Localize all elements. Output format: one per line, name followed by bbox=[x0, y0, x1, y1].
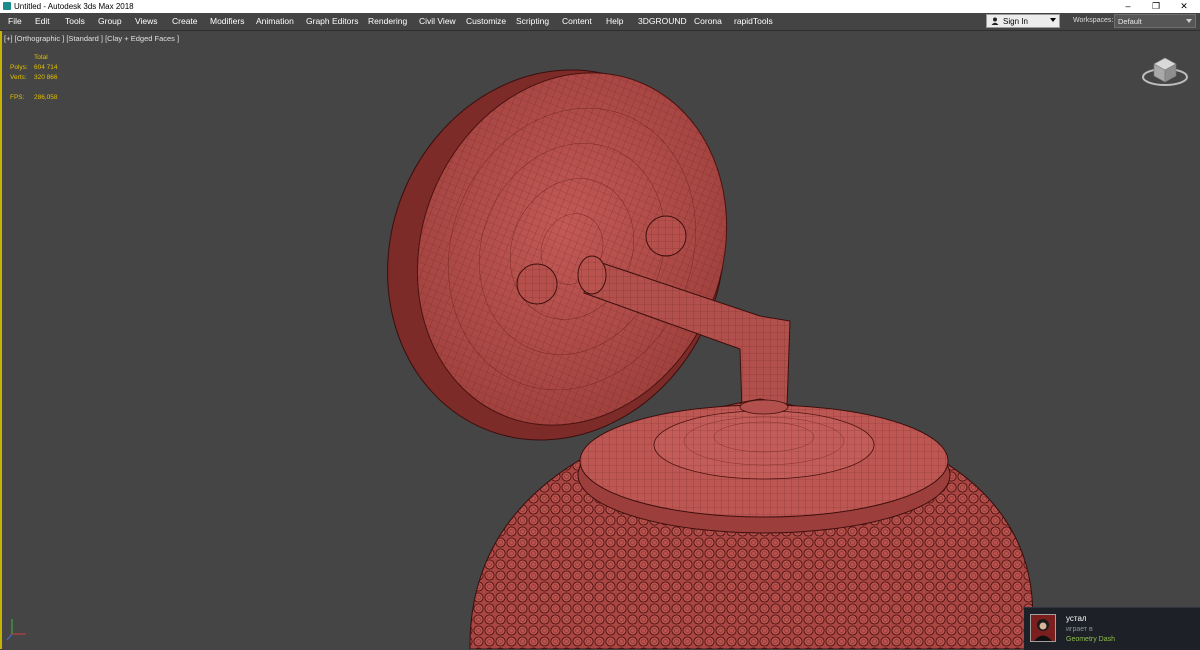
activity-notification[interactable]: устал играет в Geometry Dash bbox=[1024, 607, 1200, 650]
menu-group[interactable]: Group bbox=[98, 16, 122, 26]
stats-fps-label: FPS: bbox=[10, 94, 25, 101]
menu-help[interactable]: Help bbox=[606, 16, 623, 26]
chevron-down-icon bbox=[1050, 18, 1056, 22]
menu-customize[interactable]: Customize bbox=[466, 16, 506, 26]
menu-tools[interactable]: Tools bbox=[65, 16, 85, 26]
notification-status: играет в bbox=[1066, 626, 1093, 633]
menu-views[interactable]: Views bbox=[135, 16, 158, 26]
viewport-label[interactable]: [+] [Orthographic ] [Standard ] [Clay + … bbox=[4, 34, 179, 43]
menu-animation[interactable]: Animation bbox=[256, 16, 294, 26]
close-button[interactable]: ✕ bbox=[1170, 0, 1198, 13]
menu-corona[interactable]: Corona bbox=[694, 16, 722, 26]
stats-polys-value: 604 714 bbox=[34, 64, 58, 71]
sign-in-button[interactable]: Sign In bbox=[986, 14, 1060, 28]
stats-polys-label: Polys: bbox=[10, 64, 28, 71]
stats-total-label: Total bbox=[34, 54, 48, 61]
menu-create[interactable]: Create bbox=[172, 16, 198, 26]
menu-3dground[interactable]: 3DGROUND bbox=[638, 16, 687, 26]
menu-graph-editors[interactable]: Graph Editors bbox=[306, 16, 358, 26]
menu-modifiers[interactable]: Modifiers bbox=[210, 16, 244, 26]
3dsmax-icon bbox=[3, 2, 11, 10]
menu-civil-view[interactable]: Civil View bbox=[419, 16, 456, 26]
notification-game[interactable]: Geometry Dash bbox=[1066, 636, 1115, 643]
stats-verts-value: 320 866 bbox=[34, 74, 58, 81]
axis-tripod-icon bbox=[6, 619, 26, 641]
menu-edit[interactable]: Edit bbox=[35, 16, 50, 26]
workspaces-value: Default bbox=[1118, 17, 1142, 26]
menu-rapidtools[interactable]: rapidTools bbox=[734, 16, 773, 26]
user-icon bbox=[991, 17, 999, 25]
menu-content[interactable]: Content bbox=[562, 16, 592, 26]
avatar bbox=[1030, 614, 1056, 642]
lamp-model[interactable] bbox=[0, 31, 1200, 649]
avatar-image bbox=[1031, 615, 1055, 641]
workspaces-label: Workspaces: bbox=[1073, 17, 1114, 24]
minimize-button[interactable]: – bbox=[1114, 0, 1142, 13]
workspaces-dropdown[interactable]: Default bbox=[1114, 14, 1196, 28]
notification-user: устал bbox=[1066, 614, 1087, 623]
title-bar: Untitled - Autodesk 3ds Max 2018 – ❐ ✕ bbox=[0, 0, 1200, 13]
sign-in-label: Sign In bbox=[1003, 17, 1028, 26]
stats-verts-label: Verts: bbox=[10, 74, 27, 81]
window-title: Untitled - Autodesk 3ds Max 2018 bbox=[14, 2, 134, 11]
menu-rendering[interactable]: Rendering bbox=[368, 16, 407, 26]
menu-scripting[interactable]: Scripting bbox=[516, 16, 549, 26]
menu-file[interactable]: File bbox=[8, 16, 22, 26]
chevron-down-icon bbox=[1186, 19, 1192, 23]
viewcube-icon[interactable] bbox=[1140, 50, 1190, 90]
stats-fps-value: 286,058 bbox=[34, 94, 58, 101]
restore-button[interactable]: ❐ bbox=[1142, 0, 1170, 13]
